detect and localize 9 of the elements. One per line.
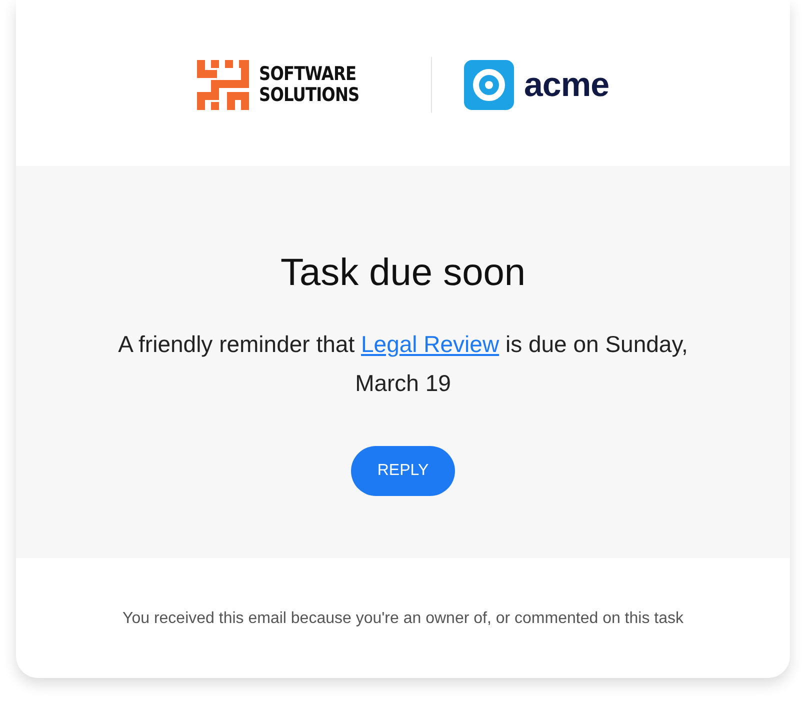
target-icon <box>464 60 514 110</box>
reminder-text: A friendly reminder that Legal Review is due on Sunday, March 19 <box>117 330 689 398</box>
reply-button[interactable]: REPLY <box>351 446 455 496</box>
email-title: Task due soon <box>280 252 526 295</box>
logo-icon <box>197 60 250 110</box>
task-link[interactable]: Legal Review <box>360 331 500 357</box>
brand-name: SOFTWARE SOLUTIONS <box>259 64 360 106</box>
brand-name: acme <box>524 66 609 104</box>
footer-note: You received this email because you're an owner of, or commented on this task <box>122 610 684 629</box>
